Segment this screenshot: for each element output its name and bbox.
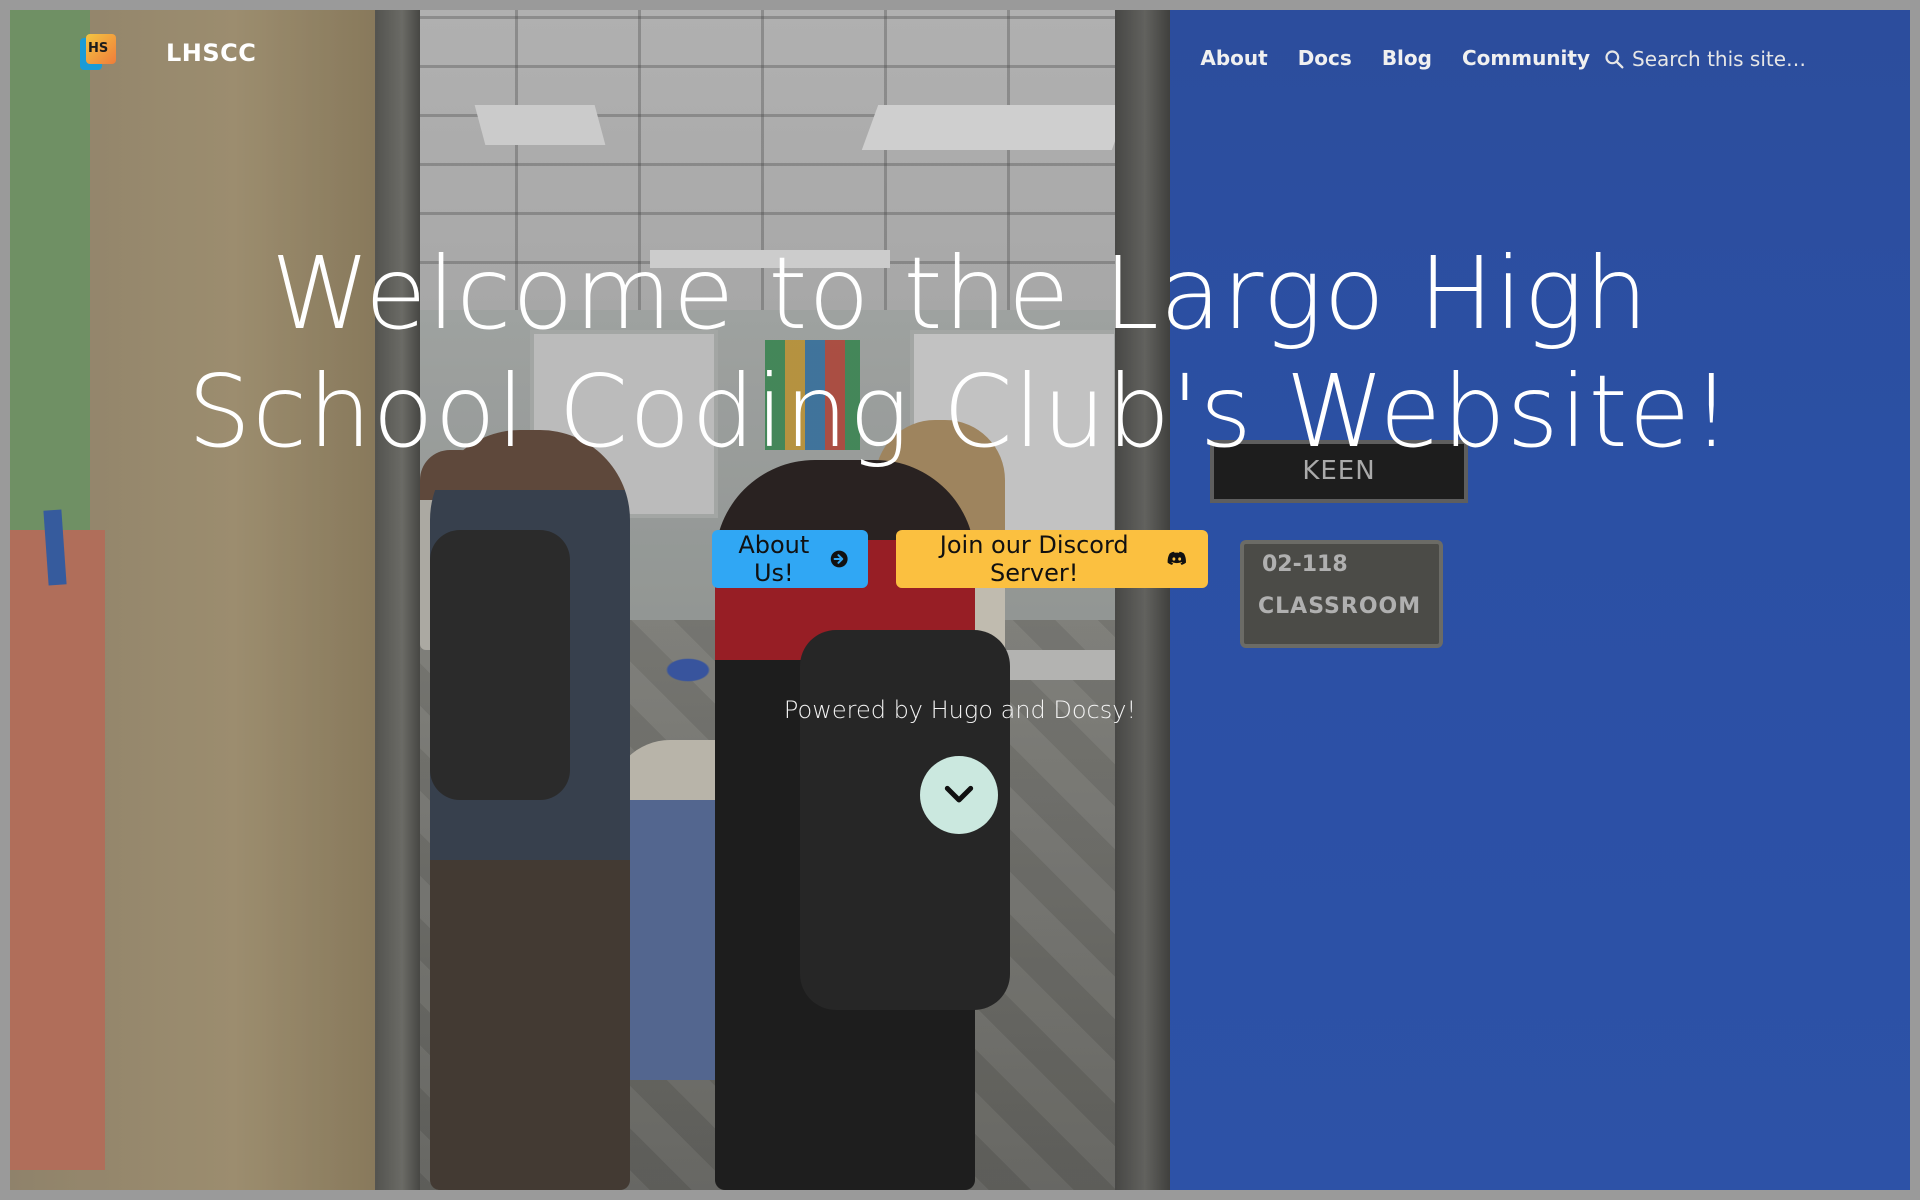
- brand-link[interactable]: HS LHSCC: [80, 34, 256, 72]
- page: KEEN 02-118 CLASSROOM HS LHSCC About Doc…: [10, 10, 1910, 1190]
- about-us-button[interactable]: About Us!: [712, 530, 868, 588]
- nav-link-about[interactable]: About: [1200, 46, 1267, 70]
- nav-link-docs[interactable]: Docs: [1298, 46, 1352, 70]
- nav-link-blog[interactable]: Blog: [1382, 46, 1432, 70]
- navbar: HS LHSCC About Docs Blog Community: [10, 10, 1910, 90]
- hero-background-photo: KEEN 02-118 CLASSROOM: [10, 10, 1910, 1190]
- scroll-down-button[interactable]: [920, 756, 998, 834]
- discord-button[interactable]: Join our Discord Server!: [896, 530, 1208, 588]
- discord-icon: [1168, 551, 1187, 565]
- search-box: [1604, 46, 1814, 72]
- hero-title: Welcome to the Largo High School Coding …: [187, 235, 1733, 470]
- search-icon: [1605, 50, 1624, 69]
- photo-dim-overlay: [10, 10, 1910, 1190]
- nav-link-community[interactable]: Community: [1462, 46, 1590, 70]
- nav-links: About Docs Blog Community: [1200, 46, 1590, 70]
- site-logo: HS: [80, 34, 118, 72]
- search-input[interactable]: [1630, 46, 1814, 72]
- chevron-down-icon: [944, 785, 974, 803]
- discord-button-label: Join our Discord Server!: [939, 531, 1129, 587]
- powered-by-text: Powered by Hugo and Docsy!: [783, 696, 1137, 724]
- about-us-button-label: About Us!: [738, 531, 810, 587]
- hero-buttons: About Us! Join our Discord Server!: [10, 530, 1910, 588]
- arrow-circle-right-icon: [830, 550, 848, 568]
- logo-text: HS: [88, 41, 109, 56]
- brand-name: LHSCC: [166, 39, 257, 67]
